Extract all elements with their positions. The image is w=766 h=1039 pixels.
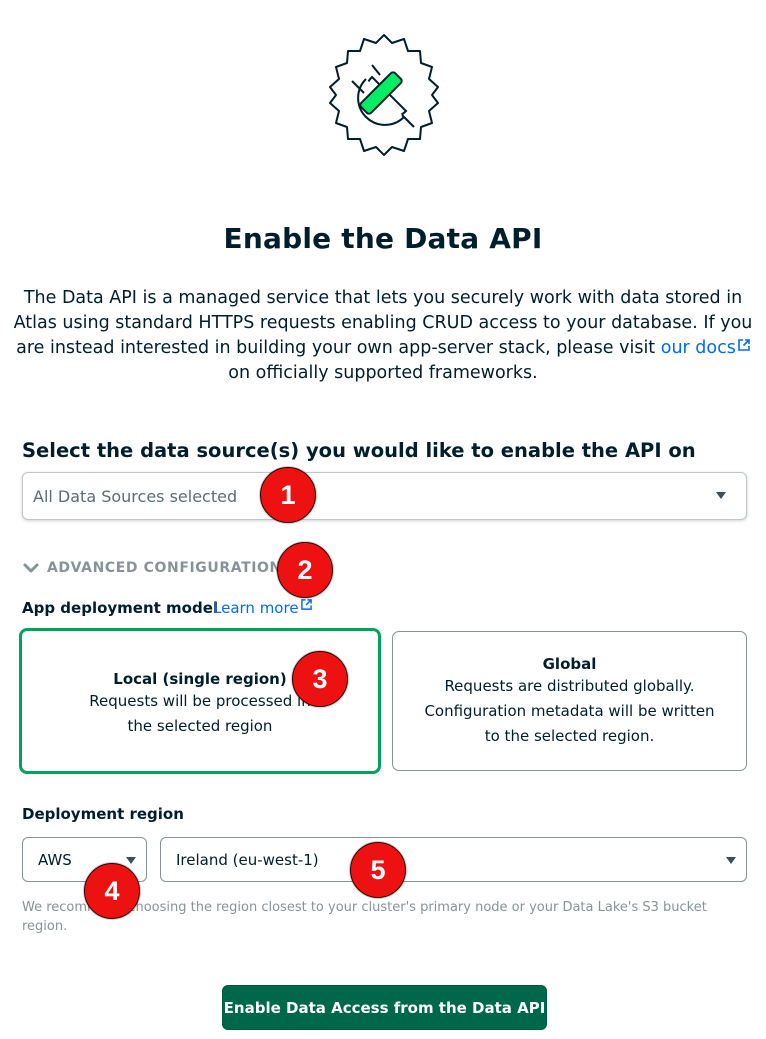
- learn-more-link[interactable]: Learn more: [213, 599, 312, 617]
- data-source-label: Select the data source(s) you would like…: [22, 439, 696, 462]
- annotation-marker-2: 2: [277, 542, 333, 598]
- intro-paragraph: The Data API is a managed service that l…: [8, 286, 758, 386]
- region-value: Ireland (eu-west-1): [176, 850, 319, 869]
- external-link-icon: [738, 339, 750, 351]
- annotation-marker-4: 4: [84, 863, 140, 919]
- page-title: Enable the Data API: [223, 222, 543, 255]
- external-link-icon: [300, 599, 312, 610]
- data-source-selected-value: All Data Sources selected: [33, 486, 238, 506]
- data-source-select[interactable]: All Data Sources selected: [22, 472, 747, 520]
- caret-down-icon: [726, 857, 736, 864]
- enable-data-api-button[interactable]: Enable Data Access from the Data API: [222, 985, 547, 1030]
- annotation-marker-5: 5: [350, 842, 406, 898]
- caret-down-icon: [126, 857, 136, 864]
- global-card-description: Requests are distributed globally. Confi…: [424, 677, 715, 745]
- annotation-marker-3: 3: [292, 651, 348, 707]
- advanced-configuration-label: ADVANCED CONFIGURATION: [47, 560, 282, 576]
- intro-tail: on officially supported frameworks.: [228, 363, 538, 383]
- cloud-provider-value: AWS: [38, 850, 72, 869]
- chevron-down-icon: [23, 563, 39, 573]
- data-api-plug-gear-icon: [322, 33, 446, 157]
- global-card-title: Global: [542, 655, 597, 673]
- region-select[interactable]: Ireland (eu-west-1): [160, 837, 747, 882]
- deployment-model-global-card[interactable]: Global Requests are distributed globally…: [392, 631, 747, 771]
- intro-text: The Data API is a managed service that l…: [13, 288, 753, 358]
- our-docs-link[interactable]: our docs: [661, 338, 750, 358]
- caret-down-icon: [716, 492, 726, 499]
- app-deployment-model-label: App deployment model: [22, 599, 219, 617]
- advanced-configuration-toggle[interactable]: ADVANCED CONFIGURATION: [22, 560, 282, 576]
- annotation-marker-1: 1: [260, 467, 316, 523]
- deployment-region-label: Deployment region: [22, 805, 184, 823]
